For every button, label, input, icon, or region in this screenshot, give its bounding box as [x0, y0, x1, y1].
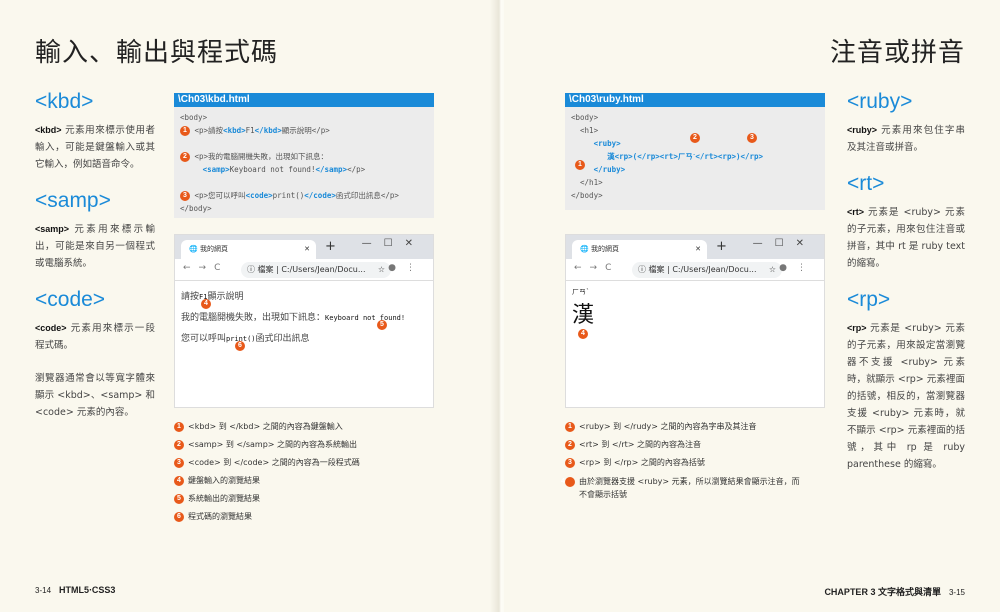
- marker-2: 2: [180, 152, 190, 162]
- paragraph-rt: <rt> 元素是 <ruby> 元素的子元素，用來包住注音或拼音，其中 rt 是…: [847, 207, 965, 269]
- tab-title: 我的網頁: [590, 245, 619, 253]
- back-forward-reload-icon[interactable]: ←→C: [183, 263, 228, 273]
- notes-list: 1 <ruby> 到 </rudy> 之間的內容為字串及其注音 2 <rt> 到 <…: [561, 418, 805, 501]
- browser-screenshot-ruby: 🌐 我的網頁 ✕ + —☐✕ ←→C ⓘ 檔案 | C:/Users/Jean/D…: [565, 234, 825, 408]
- new-tab-icon[interactable]: +: [716, 239, 727, 254]
- tag: <kbd>: [35, 125, 62, 135]
- note-item: 2 <rt> 到 </rt> 之間的內容為注音: [565, 436, 805, 454]
- browser-tab[interactable]: 🌐 我的網頁 ✕: [181, 240, 316, 259]
- notes-list: 1 <kbd> 到 </kbd> 之間的內容為鍵盤輸入 2 <samp> 到 </s…: [174, 418, 360, 526]
- note-item: 5 系統輸出的瀏覽結果: [174, 490, 360, 508]
- new-tab-icon[interactable]: +: [325, 239, 336, 254]
- ruby-base: 漢: [572, 303, 595, 328]
- footer-left: 3-14 HTML5‧CSS3: [35, 585, 116, 595]
- right-page: 注音或拼音 \Ch03\ruby.html <body> <h1> <ruby>…: [504, 0, 1000, 612]
- page-title: 注音或拼音: [829, 38, 965, 68]
- ruby-annotation: ㄏㄢˋ: [572, 288, 590, 296]
- tab-bar: 🌐 我的網頁 ✕ + —☐✕: [566, 235, 824, 259]
- note-item: 3 <rp> 到 </rp> 之間的內容為括號: [565, 454, 805, 472]
- note-item: 1 <ruby> 到 </rudy> 之間的內容為字串及其注音: [565, 418, 805, 436]
- marker-4: 4: [201, 299, 211, 309]
- note-item: 4 由於瀏覽器支援 <ruby> 元素，所以瀏覽結果會顯示注音，而不會顯示括號: [561, 476, 800, 499]
- paragraph-rp: <rp> 元素是 <ruby> 元素的子元素，用來設定當瀏覽器不支援 <ruby…: [847, 323, 965, 470]
- marker-3: 3: [747, 133, 757, 143]
- code-body: <body> <h1> <ruby> 漢<rp>(</rp><rt>ㄏㄢˋ</r…: [571, 113, 764, 200]
- window-controls-icon[interactable]: —☐✕: [753, 238, 816, 249]
- star-icon: ☆: [377, 265, 385, 274]
- heading-rt: <rt>: [847, 172, 885, 195]
- close-tab-icon[interactable]: ✕: [304, 240, 310, 259]
- tab-bar: 🌐 我的網頁 ✕ + —☐✕: [175, 235, 433, 259]
- code-filename: \Ch03\kbd.html: [174, 93, 434, 107]
- url-field[interactable]: ⓘ 檔案 | C:/Users/Jean/Docu... ☆: [632, 262, 782, 278]
- heading-kbd: <kbd>: [35, 90, 94, 113]
- tab-title: 我的網頁: [199, 245, 228, 253]
- marker-4: 4: [578, 329, 588, 339]
- address-bar: ←→C ⓘ 檔案 | C:/Users/Jean/Docu... ☆ ●⋮: [566, 259, 824, 281]
- marker-2: 2: [690, 133, 700, 143]
- globe-icon: 🌐: [580, 245, 589, 253]
- heading-rp: <rp>: [847, 288, 891, 311]
- tag: <code>: [35, 323, 67, 333]
- footer-right: CHAPTER 3 文字格式與清單 3-15: [824, 587, 965, 597]
- code-body: <body> 1 <p>請按<kbd>F1</kbd>顯示說明</p> 2 <p…: [180, 113, 399, 213]
- globe-icon: 🌐: [189, 245, 198, 253]
- heading-code: <code>: [35, 288, 106, 311]
- back-forward-reload-icon[interactable]: ←→C: [574, 263, 619, 273]
- note-item: 1 <kbd> 到 </kbd> 之間的內容為鍵盤輸入: [174, 418, 360, 436]
- left-sidebar-text: <kbd> <kbd> 元素用來標示使用者輸入，可能是鍵盤輸入或其它輸入，例如語…: [35, 90, 155, 437]
- address-bar: ←→C ⓘ 檔案 | C:/Users/Jean/Docu... ☆ ●⋮: [175, 259, 433, 281]
- account-menu-icon[interactable]: ●⋮: [388, 263, 425, 273]
- marker-3: 3: [180, 191, 190, 201]
- account-menu-icon[interactable]: ●⋮: [779, 263, 816, 273]
- note-item: 6 程式碼的瀏覽結果: [174, 508, 360, 526]
- paragraph-ruby: <ruby> 元素用來包住字串及其注音或拼音。: [847, 125, 965, 153]
- paragraph-samp: <samp> 元素用來標示輸出，可能是來自另一個程式或電腦系統。: [35, 221, 155, 272]
- paragraph-monospace-note: 瀏覽器通常會以等寬字體來顯示 <kbd>、<samp> 和 <code> 元素的…: [35, 373, 155, 418]
- paragraph-code: <code> 元素用來標示一段程式碼。: [35, 320, 155, 354]
- note-item: 2 <samp> 到 </samp> 之間的內容為系統輸出: [174, 436, 360, 454]
- page-title: 輸入、輸出與程式碼: [35, 38, 279, 68]
- paragraph-kbd: <kbd> 元素用來標示使用者輸入，可能是鍵盤輸入或其它輸入，例如語音命令。: [35, 122, 155, 173]
- marker-1: 1: [575, 160, 585, 170]
- note-item: 3 <code> 到 </code> 之間的內容為一段程式碼: [174, 454, 360, 472]
- marker-6: 6: [235, 341, 245, 351]
- tag: <samp>: [35, 224, 70, 234]
- window-controls-icon[interactable]: —☐✕: [362, 238, 425, 249]
- url-field[interactable]: ⓘ 檔案 | C:/Users/Jean/Docu... ☆: [241, 262, 391, 278]
- page-content: 請按F1顯示說明 我的電腦開機失敗，出現如下訊息：Keyboard not fo…: [181, 292, 406, 351]
- close-tab-icon[interactable]: ✕: [695, 240, 701, 259]
- code-listing-ruby: \Ch03\ruby.html <body> <h1> <ruby> 漢<rp>…: [565, 93, 825, 210]
- note-item: 4 鍵盤輸入的瀏覽結果: [174, 472, 360, 490]
- marker-5: 5: [377, 320, 387, 330]
- heading-samp: <samp>: [35, 189, 111, 212]
- star-icon: ☆: [768, 265, 776, 274]
- right-sidebar-text: <ruby> <ruby> 元素用來包住字串及其注音或拼音。 <rt> <rt>…: [847, 90, 965, 489]
- code-listing-kbd: \Ch03\kbd.html <body> 1 <p>請按<kbd>F1</kb…: [174, 93, 434, 218]
- browser-screenshot-kbd: 🌐 我的網頁 ✕ + —☐✕ ←→C ⓘ 檔案 | C:/Users/Jean/D…: [174, 234, 434, 408]
- left-page: 輸入、輸出與程式碼 <kbd> <kbd> 元素用來標示使用者輸入，可能是鍵盤輸…: [0, 0, 496, 612]
- code-filename: \Ch03\ruby.html: [565, 93, 825, 107]
- page-content: ㄏㄢˋ 漢 4: [566, 281, 824, 346]
- heading-ruby: <ruby>: [847, 90, 913, 113]
- browser-tab[interactable]: 🌐 我的網頁 ✕: [572, 240, 707, 259]
- marker-1: 1: [180, 126, 190, 136]
